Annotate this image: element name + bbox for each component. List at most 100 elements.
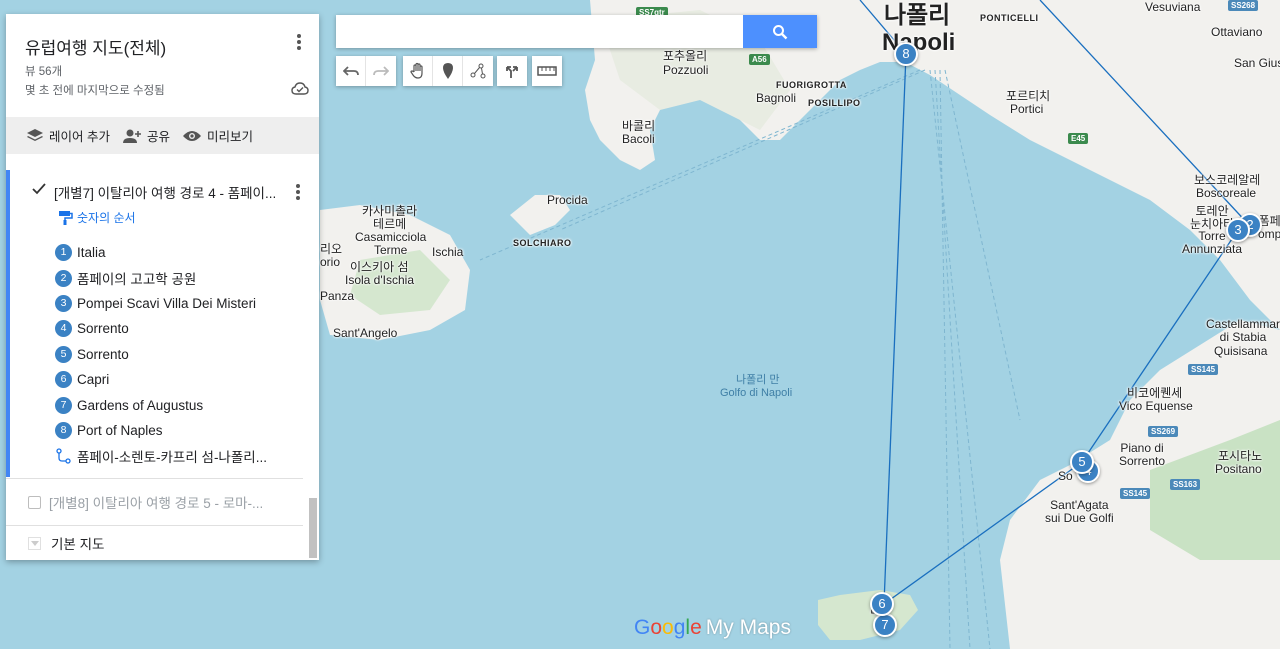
marker-8-port-of-naples[interactable]: 8 (894, 42, 918, 66)
measure-button[interactable] (532, 56, 562, 86)
share-label: 공유 (146, 130, 170, 144)
list-item-label: Italia (77, 245, 106, 261)
basemap-divider (6, 525, 303, 526)
label-pozzuoli-ko: 포추올리 (663, 49, 708, 63)
marker-3-villa-dei-misteri[interactable]: 3 (1226, 218, 1250, 242)
view-count: 뷰 56개 (25, 66, 63, 78)
undo-icon (342, 66, 359, 76)
label-piano: Piano di Sorrento (1119, 441, 1166, 468)
label-gulf: Golfo di Napoli (720, 387, 793, 399)
route-icon (56, 448, 71, 464)
more-vert-icon (296, 184, 300, 200)
label-portici: Portici (1010, 102, 1044, 116)
layers-icon (27, 128, 43, 141)
label-boscoreale: Boscoreale (1196, 186, 1257, 200)
list-item[interactable]: 2 폼페이의 고고학 공원 (52, 265, 267, 290)
base-map-label: 기본 지도 (51, 537, 105, 552)
list-item[interactable]: 6 Capri (52, 367, 267, 392)
layer-italy-route-4: [개별7] 이탈리아 여행 경로 4 - 폼페이... 숫자의 순서 1 Ital… (6, 170, 303, 477)
label-panza: Panza (320, 289, 355, 303)
marker-number-badge: 7 (55, 396, 72, 414)
map-options-button[interactable] (292, 32, 306, 57)
style-by-sequence-button[interactable]: 숫자의 순서 (58, 209, 136, 226)
road-shield-ss145-2: SS145 (1120, 488, 1151, 499)
draw-line-button[interactable] (463, 56, 493, 86)
road-shield-ss269: SS269 (1148, 426, 1179, 437)
list-item-label: Sorrento (77, 346, 129, 362)
undo-redo-group (336, 56, 396, 86)
list-item[interactable]: 3 Pompei Scavi Villa Dei Misteri (52, 291, 267, 316)
list-item[interactable]: 7 Gardens of Augustus (52, 392, 267, 417)
label-san-gius: San Gius (1234, 56, 1280, 70)
directions-icon (506, 66, 518, 78)
redo-icon (373, 66, 389, 76)
list-item-label: Port of Naples (77, 422, 163, 438)
label-casamicciola-ko: 카사미촐라 테르메 (362, 204, 418, 231)
label-santagata: Sant'Agata sui Due Golfi (1045, 498, 1114, 525)
label-quisisana: Quisisana (1214, 344, 1268, 358)
base-map-toggle[interactable]: 기본 지도 (28, 533, 104, 553)
google-my-maps-logo: Google My Maps (634, 616, 791, 639)
share-icon (122, 129, 141, 143)
layer2-visibility-checkbox[interactable] (28, 495, 41, 509)
add-layer-button[interactable]: 레이어 추가 (26, 126, 110, 145)
layer-italy-route-5[interactable]: [개별8] 이탈리아 여행 경로 5 - 로마-... (28, 492, 263, 512)
hand-icon (409, 62, 423, 79)
road-shield-ss268: SS268 (1228, 0, 1259, 11)
layer-options-button[interactable] (292, 182, 304, 207)
list-item[interactable]: 8 Port of Naples (52, 418, 267, 443)
draw-tools-group (403, 56, 493, 86)
list-item[interactable]: 5 Sorrento (52, 342, 267, 367)
directions-button[interactable] (497, 56, 527, 86)
chevron-down-icon (28, 536, 41, 550)
label-ischia-isola: Isola d'Ischia (345, 273, 414, 287)
search-input[interactable] (336, 15, 743, 48)
road-shield-a56: A56 (749, 54, 770, 65)
label-vico: Vico Equense (1119, 399, 1193, 413)
list-item-label: Sorrento (77, 321, 129, 337)
add-marker-button[interactable] (433, 56, 463, 86)
preview-button[interactable]: 미리보기 (182, 126, 253, 145)
style-by-sequence-label: 숫자의 순서 (77, 211, 136, 225)
layer-title[interactable]: [개별7] 이탈리아 여행 경로 4 - 폼페이... (54, 182, 276, 202)
route-item[interactable]: 폼페이-소렌토-카프리 섬-나폴리... (52, 443, 267, 468)
marker-6-capri[interactable]: 6 (870, 592, 894, 616)
ruler-group (532, 56, 562, 86)
undo-button[interactable] (336, 56, 366, 86)
ruler-icon (537, 66, 557, 76)
layer-items-list: 1 Italia 2 폼페이의 고고학 공원 3 Pompei Scavi Villa… (52, 240, 267, 469)
list-item-label: Gardens of Augustus (77, 397, 204, 413)
list-item[interactable]: 1 Italia (52, 240, 267, 265)
marker-7-gardens-of-augustus[interactable]: 7 (873, 613, 897, 637)
label-ischia: Ischia (432, 245, 464, 259)
label-positano: Positano (1215, 462, 1262, 476)
add-layer-label: 레이어 추가 (49, 130, 110, 144)
layer-visibility-checkbox[interactable] (32, 182, 46, 200)
panel-actions-bar: 레이어 추가 공유 미리보기 (6, 117, 319, 154)
land-capri (818, 590, 918, 640)
list-item-label: Capri (77, 372, 110, 388)
more-vert-icon (297, 34, 301, 50)
marker-number-badge: 4 (55, 320, 72, 338)
share-button[interactable]: 공유 (122, 126, 170, 145)
redo-button[interactable] (366, 56, 396, 86)
map-title[interactable]: 유럽여행 지도(전체) (25, 34, 166, 59)
label-ponticelli: PONTICELLI (980, 13, 1039, 23)
label-bacoli: Bacoli (622, 132, 655, 146)
label-solchiaro: SOLCHIARO (513, 238, 572, 248)
label-sorrento-partial: So (1058, 469, 1073, 483)
panel-scrollbar[interactable] (309, 498, 317, 558)
directions-group (497, 56, 527, 86)
label-pozzuoli: Pozzuoli (663, 63, 709, 77)
road-shield-ss145: SS145 (1188, 364, 1219, 375)
preview-label: 미리보기 (207, 130, 254, 144)
list-item[interactable]: 4 Sorrento (52, 316, 267, 341)
marker-5-sorrento[interactable]: 5 (1070, 450, 1094, 474)
last-modified: 몇 초 전에 마지막으로 수정됨 (25, 85, 165, 97)
marker-number-badge: 6 (55, 371, 72, 389)
search-button[interactable] (743, 15, 817, 48)
layer2-title: [개별8] 이탈리아 여행 경로 5 - 로마-... (49, 496, 264, 511)
pan-tool-button[interactable] (403, 56, 433, 86)
label-procida: Procida (547, 193, 588, 207)
marker-number-badge: 3 (55, 294, 72, 312)
